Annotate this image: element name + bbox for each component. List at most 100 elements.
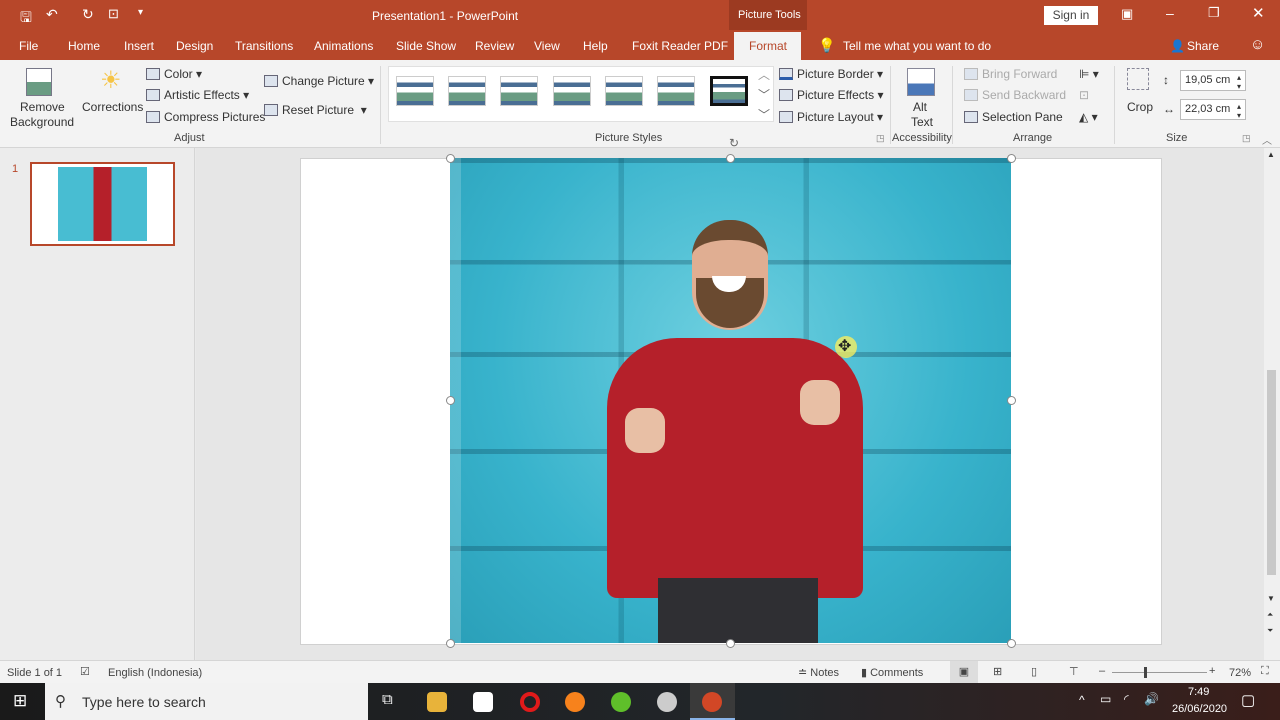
gallery-down-icon[interactable]: ﹀ <box>758 86 770 103</box>
slide-thumbnail-1[interactable] <box>30 162 175 246</box>
language-indicator[interactable]: English (Indonesia) <box>108 667 202 679</box>
ribbon-display-icon[interactable]: ▣ <box>1121 6 1133 22</box>
width-input[interactable]: 22,03 cm ▴ ▾ <box>1180 99 1246 120</box>
normal-view-button[interactable]: ▣ <box>950 661 978 683</box>
battery-icon[interactable]: ▭ <box>1100 692 1111 706</box>
app-tool-icon[interactable] <box>657 692 677 712</box>
fit-to-window-button[interactable]: ⛶ <box>1261 665 1269 678</box>
bring-forward-button[interactable]: Bring Forward <box>964 67 1057 81</box>
zoom-slider-thumb[interactable] <box>1143 667 1147 678</box>
picture-style-6[interactable] <box>657 76 695 106</box>
tell-me-search[interactable]: Tell me what you want to do <box>843 39 991 53</box>
height-input[interactable]: 19,05 cm ▴ ▾ <box>1180 70 1246 91</box>
tab-help[interactable]: Help <box>583 39 608 53</box>
tab-animations[interactable]: Animations <box>314 39 373 53</box>
tab-format[interactable]: Format <box>749 39 787 53</box>
tab-slide-show[interactable]: Slide Show <box>396 39 456 53</box>
color-button[interactable]: Color ▾ <box>146 67 202 81</box>
gallery-more-icon[interactable]: ﹀ <box>758 106 770 123</box>
tab-foxit[interactable]: Foxit Reader PDF <box>632 39 728 53</box>
zoom-level[interactable]: 72% <box>1229 667 1251 679</box>
picture-style-3[interactable] <box>500 76 538 106</box>
scrollbar-thumb[interactable] <box>1267 370 1276 575</box>
tab-design[interactable]: Design <box>176 39 213 53</box>
zoom-out-button[interactable]: – <box>1099 665 1105 677</box>
crop-button[interactable]: Crop <box>1127 100 1153 114</box>
reset-picture-button[interactable]: Reset Picture ▾ <box>264 103 367 117</box>
picture-effects-button[interactable]: Picture Effects ▾ <box>779 88 884 102</box>
firefox-icon[interactable] <box>565 692 585 712</box>
file-explorer-icon[interactable] <box>427 692 447 712</box>
comments-button[interactable]: ▮ Comments <box>861 666 923 679</box>
send-backward-button[interactable]: Send Backward <box>964 88 1066 102</box>
wifi-icon[interactable]: ◜ <box>1124 692 1129 706</box>
slideshow-view-button[interactable]: ⊤ <box>1069 665 1079 678</box>
resize-handle-r[interactable] <box>1007 396 1016 405</box>
picture-style-4[interactable] <box>553 76 591 106</box>
sign-in-button[interactable]: Sign in <box>1044 6 1098 25</box>
scroll-up-icon[interactable]: ▲ <box>1267 150 1275 159</box>
align-icon[interactable]: ⊫ ▾ <box>1079 67 1099 81</box>
resize-handle-bl[interactable] <box>446 639 455 648</box>
windows-start-icon[interactable]: ⊞ <box>13 691 27 711</box>
gallery-up-icon[interactable]: ︿ <box>758 66 770 83</box>
selected-picture[interactable]: ✥ <box>450 158 1011 643</box>
remove-background-button[interactable]: Remove <box>20 100 65 114</box>
undo-icon[interactable]: ↶ <box>46 6 58 23</box>
picture-style-1[interactable] <box>396 76 434 106</box>
powerpoint-taskbar-button[interactable] <box>690 683 735 720</box>
share-button[interactable]: Share <box>1187 39 1219 53</box>
next-slide-icon[interactable]: ⏷ <box>1267 626 1273 636</box>
tab-file[interactable]: File <box>19 39 38 53</box>
taskbar-search-box[interactable]: ⚲ Type here to search <box>45 683 368 720</box>
picture-style-2[interactable] <box>448 76 486 106</box>
microsoft-store-icon[interactable] <box>473 692 493 712</box>
restore-button[interactable]: ❐ <box>1208 5 1220 21</box>
task-view-icon[interactable]: ⧉ <box>382 691 393 708</box>
tab-insert[interactable]: Insert <box>124 39 154 53</box>
format-picture-launcher-icon[interactable]: ◳ <box>876 133 885 144</box>
selection-pane-button[interactable]: Selection Pane <box>964 110 1063 124</box>
app-green-icon[interactable] <box>611 692 631 712</box>
show-hidden-icons[interactable]: ^ <box>1079 693 1085 707</box>
zoom-in-button[interactable]: + <box>1209 665 1215 677</box>
resize-handle-t[interactable] <box>726 154 735 163</box>
customize-qat-icon[interactable]: ▾ <box>138 7 143 18</box>
close-button[interactable]: ✕ <box>1252 4 1265 22</box>
spellcheck-icon[interactable]: ☑ <box>80 665 90 678</box>
start-slideshow-icon[interactable]: ⊡ <box>108 6 119 22</box>
zoom-slider[interactable] <box>1112 672 1207 673</box>
slide-sorter-button[interactable]: ⊞ <box>993 665 1002 678</box>
tab-review[interactable]: Review <box>475 39 514 53</box>
rotate-handle[interactable]: ↻ <box>729 136 739 150</box>
previous-slide-icon[interactable]: ⏶ <box>1267 610 1273 620</box>
vertical-scrollbar[interactable]: ▲ ▼ ⏶ ⏷ <box>1264 148 1280 660</box>
resize-handle-tl[interactable] <box>446 154 455 163</box>
redo-icon[interactable]: ↻ <box>82 6 94 23</box>
action-center-icon[interactable]: ▢ <box>1241 691 1255 709</box>
artistic-effects-button[interactable]: Artistic Effects ▾ <box>146 88 249 102</box>
volume-icon[interactable]: 🔊 <box>1144 692 1159 706</box>
rotate-icon[interactable]: ◭ ▾ <box>1079 110 1098 124</box>
save-icon[interactable]: 🖫 <box>20 7 32 31</box>
feedback-smiley-icon[interactable]: ☺ <box>1250 36 1265 53</box>
resize-handle-br[interactable] <box>1007 639 1016 648</box>
minimize-button[interactable]: – <box>1166 5 1174 21</box>
resize-handle-tr[interactable] <box>1007 154 1016 163</box>
tab-transitions[interactable]: Transitions <box>235 39 293 53</box>
resize-handle-l[interactable] <box>446 396 455 405</box>
picture-layout-button[interactable]: Picture Layout ▾ <box>779 110 883 124</box>
tab-view[interactable]: View <box>534 39 560 53</box>
size-launcher-icon[interactable]: ◳ <box>1242 133 1251 144</box>
picture-style-7[interactable] <box>710 76 748 106</box>
alt-text-button[interactable]: Alt <box>913 100 927 114</box>
notes-button[interactable]: ≐ Notes <box>798 666 839 679</box>
clock-date[interactable]: 26/06/2020 <box>1172 703 1227 715</box>
picture-style-5[interactable] <box>605 76 643 106</box>
scroll-down-icon[interactable]: ▼ <box>1267 594 1275 603</box>
picture-border-button[interactable]: Picture Border ▾ <box>779 67 883 81</box>
collapse-ribbon-icon[interactable]: ︿ <box>1262 132 1272 147</box>
group-icon[interactable]: ⊡ <box>1079 88 1089 102</box>
opera-icon[interactable] <box>520 692 540 712</box>
corrections-button[interactable]: Corrections <box>82 100 143 114</box>
